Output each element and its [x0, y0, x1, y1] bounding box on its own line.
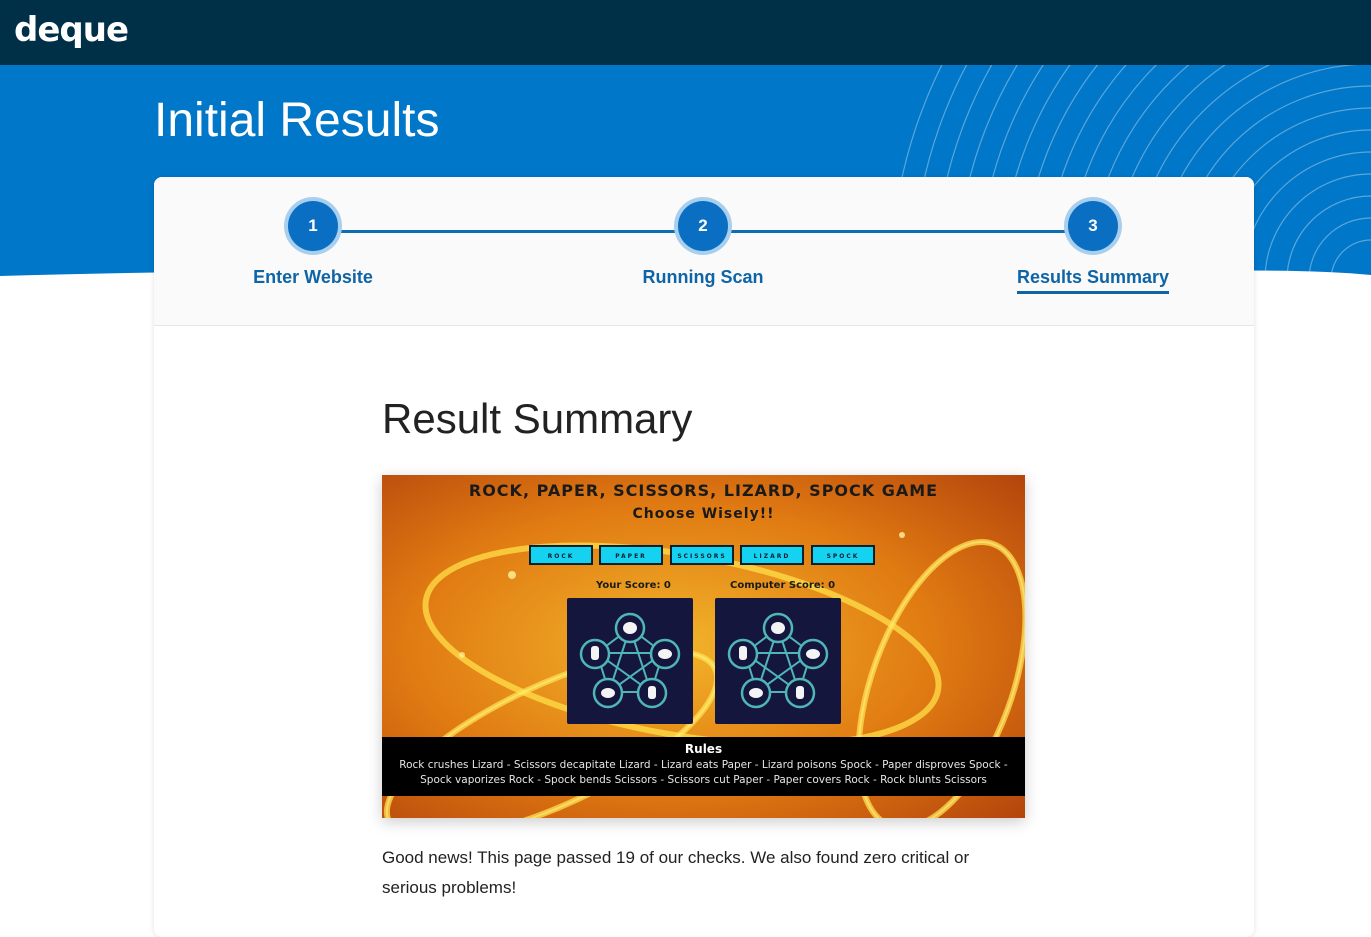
your-score: Your Score: 0 [596, 580, 671, 591]
rules-panel: Rules Rock crushes Lizard - Scissors dec… [382, 737, 1025, 796]
player-board [567, 598, 693, 724]
progress-stepper: 1 Enter Website 2 Running Scan 3 Results… [154, 177, 1254, 326]
scissors-button: SCISSORS [670, 545, 734, 565]
spock-button: SPOCK [811, 545, 875, 565]
step-running-scan[interactable]: 2 Running Scan [603, 201, 803, 291]
rpsls-diagram-icon [727, 612, 829, 709]
results-card: 1 Enter Website 2 Running Scan 3 Results… [154, 177, 1254, 937]
website-screenshot: ROCK, PAPER, SCISSORS, LIZARD, SPOCK GAM… [382, 475, 1025, 818]
rules-text: Rock crushes Lizard - Scissors decapitat… [399, 759, 1008, 786]
result-summary-heading: Result Summary [382, 395, 693, 442]
step-label-current: Results Summary [1016, 267, 1170, 294]
rules-heading: Rules [684, 742, 723, 756]
step-label: Running Scan [642, 267, 764, 287]
step-number: 3 [1068, 201, 1118, 251]
game-subtitle: Choose Wisely!! [632, 506, 775, 522]
step-number: 1 [288, 201, 338, 251]
rpsls-diagram-icon [579, 612, 681, 709]
game-title: ROCK, PAPER, SCISSORS, LIZARD, SPOCK GAM… [468, 481, 939, 500]
lizard-button: LIZARD [740, 545, 804, 565]
step-results-summary[interactable]: 3 Results Summary [993, 201, 1193, 294]
computer-board [715, 598, 841, 724]
step-number: 2 [678, 201, 728, 251]
result-message: Good news! This page passed 19 of our ch… [382, 848, 970, 897]
top-navigation-bar: deque [0, 0, 1371, 65]
page-title: Initial Results [154, 94, 440, 147]
rock-button: ROCK [529, 545, 593, 565]
step-enter-website[interactable]: 1 Enter Website [213, 201, 413, 291]
step-label: Enter Website [253, 267, 373, 287]
computer-score: Computer Score: 0 [730, 580, 836, 591]
paper-button: PAPER [599, 545, 663, 565]
deque-logo[interactable]: deque [14, 10, 129, 50]
